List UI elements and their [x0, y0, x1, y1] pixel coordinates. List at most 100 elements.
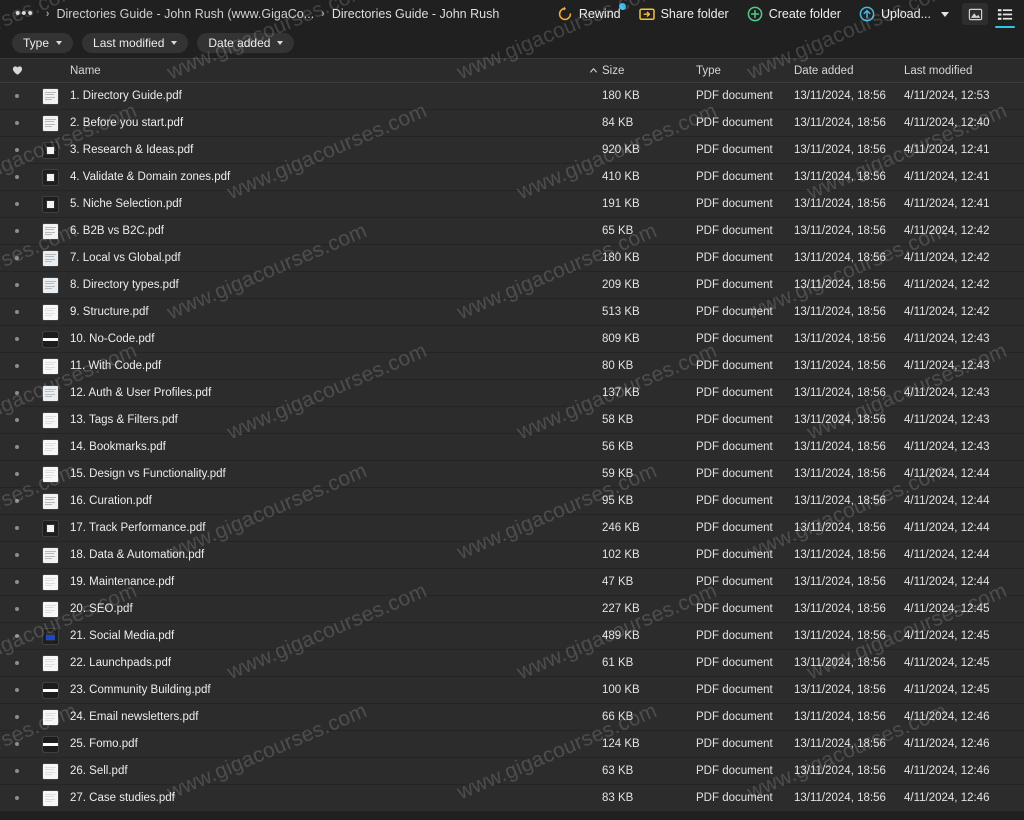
table-row[interactable]: 8. Directory types.pdf209 KBPDF document… — [0, 272, 1024, 299]
table-row[interactable]: 18. Data & Automation.pdf102 KBPDF docum… — [0, 542, 1024, 569]
row-file-name[interactable]: 6. B2B vs B2C.pdf — [66, 225, 574, 237]
table-row[interactable]: 19. Maintenance.pdf47 KBPDF document13/1… — [0, 569, 1024, 596]
row-favorite-toggle[interactable] — [0, 229, 34, 233]
table-row[interactable]: 23. Community Building.pdf100 KBPDF docu… — [0, 677, 1024, 704]
column-sort-indicator[interactable] — [574, 66, 598, 75]
row-file-name[interactable]: 21. Social Media.pdf — [66, 630, 574, 642]
row-file-name[interactable]: 3. Research & Ideas.pdf — [66, 144, 574, 156]
column-header-type[interactable]: Type — [696, 65, 794, 77]
row-file-name[interactable]: 26. Sell.pdf — [66, 765, 574, 777]
row-file-name[interactable]: 4. Validate & Domain zones.pdf — [66, 171, 574, 183]
column-header-size[interactable]: Size — [598, 65, 696, 77]
row-file-name[interactable]: 18. Data & Automation.pdf — [66, 549, 574, 561]
row-file-name[interactable]: 16. Curation.pdf — [66, 495, 574, 507]
row-file-name[interactable]: 23. Community Building.pdf — [66, 684, 574, 696]
row-favorite-toggle[interactable] — [0, 553, 34, 557]
row-file-name[interactable]: 17. Track Performance.pdf — [66, 522, 574, 534]
table-row[interactable]: 5. Niche Selection.pdf191 KBPDF document… — [0, 191, 1024, 218]
row-favorite-toggle[interactable] — [0, 796, 34, 800]
row-file-name[interactable]: 22. Launchpads.pdf — [66, 657, 574, 669]
row-file-name[interactable]: 12. Auth & User Profiles.pdf — [66, 387, 574, 399]
row-file-name[interactable]: 10. No-Code.pdf — [66, 333, 574, 345]
table-row[interactable]: 16. Curation.pdf95 KBPDF document13/11/2… — [0, 488, 1024, 515]
table-row[interactable]: 26. Sell.pdf63 KBPDF document13/11/2024,… — [0, 758, 1024, 785]
create-folder-button[interactable]: Create folder — [738, 3, 850, 25]
rewind-button[interactable]: Rewind — [548, 3, 630, 25]
row-favorite-toggle[interactable] — [0, 715, 34, 719]
list-view-button[interactable] — [992, 3, 1018, 25]
row-favorite-toggle[interactable] — [0, 742, 34, 746]
table-row[interactable]: 15. Design vs Functionality.pdf59 KBPDF … — [0, 461, 1024, 488]
breadcrumb-item-current[interactable]: Directories Guide - John Rush — [332, 7, 499, 21]
table-row[interactable]: 13. Tags & Filters.pdf58 KBPDF document1… — [0, 407, 1024, 434]
row-favorite-toggle[interactable] — [0, 256, 34, 260]
row-favorite-toggle[interactable] — [0, 94, 34, 98]
row-file-name[interactable]: 5. Niche Selection.pdf — [66, 198, 574, 210]
column-header-favorite[interactable] — [0, 65, 34, 76]
row-file-name[interactable]: 11. With Code.pdf — [66, 360, 574, 372]
row-favorite-toggle[interactable] — [0, 580, 34, 584]
row-favorite-toggle[interactable] — [0, 769, 34, 773]
row-favorite-toggle[interactable] — [0, 607, 34, 611]
row-favorite-toggle[interactable] — [0, 148, 34, 152]
row-favorite-toggle[interactable] — [0, 472, 34, 476]
table-row[interactable]: 6. B2B vs B2C.pdf65 KBPDF document13/11/… — [0, 218, 1024, 245]
table-row[interactable]: 27. Case studies.pdf83 KBPDF document13/… — [0, 785, 1024, 812]
row-file-name[interactable]: 2. Before you start.pdf — [66, 117, 574, 129]
row-favorite-toggle[interactable] — [0, 391, 34, 395]
row-file-name[interactable]: 9. Structure.pdf — [66, 306, 574, 318]
table-row[interactable]: 21. Social Media.pdf489 KBPDF document13… — [0, 623, 1024, 650]
filter-chip-last-modified[interactable]: Last modified — [82, 33, 188, 53]
row-favorite-toggle[interactable] — [0, 337, 34, 341]
share-folder-button[interactable]: Share folder — [630, 3, 738, 25]
grid-view-button[interactable] — [962, 3, 988, 25]
row-file-name[interactable]: 14. Bookmarks.pdf — [66, 441, 574, 453]
column-header-name[interactable]: Name — [66, 65, 574, 77]
table-row[interactable]: 7. Local vs Global.pdf180 KBPDF document… — [0, 245, 1024, 272]
breadcrumb-overflow-button[interactable]: ••• — [10, 9, 39, 19]
upload-button[interactable]: Upload... — [850, 3, 958, 25]
breadcrumb-item-parent[interactable]: Directories Guide - John Rush (www.GigaC… — [56, 7, 314, 21]
chevron-down-icon[interactable] — [941, 12, 949, 17]
table-row[interactable]: 1. Directory Guide.pdf180 KBPDF document… — [0, 83, 1024, 110]
column-header-last-modified[interactable]: Last modified — [904, 65, 1024, 77]
row-favorite-toggle[interactable] — [0, 661, 34, 665]
row-file-name[interactable]: 27. Case studies.pdf — [66, 792, 574, 804]
table-row[interactable]: 22. Launchpads.pdf61 KBPDF document13/11… — [0, 650, 1024, 677]
table-row[interactable]: 25. Fomo.pdf124 KBPDF document13/11/2024… — [0, 731, 1024, 758]
row-file-name[interactable]: 1. Directory Guide.pdf — [66, 90, 574, 102]
row-file-name[interactable]: 15. Design vs Functionality.pdf — [66, 468, 574, 480]
row-file-name[interactable]: 13. Tags & Filters.pdf — [66, 414, 574, 426]
table-row[interactable]: 2. Before you start.pdf84 KBPDF document… — [0, 110, 1024, 137]
row-file-name[interactable]: 24. Email newsletters.pdf — [66, 711, 574, 723]
row-favorite-toggle[interactable] — [0, 499, 34, 503]
table-row[interactable]: 20. SEO.pdf227 KBPDF document13/11/2024,… — [0, 596, 1024, 623]
row-favorite-toggle[interactable] — [0, 526, 34, 530]
table-row[interactable]: 17. Track Performance.pdf246 KBPDF docum… — [0, 515, 1024, 542]
row-file-name[interactable]: 25. Fomo.pdf — [66, 738, 574, 750]
filter-chip-date-added[interactable]: Date added — [197, 33, 294, 53]
table-row[interactable]: 14. Bookmarks.pdf56 KBPDF document13/11/… — [0, 434, 1024, 461]
column-header-date-added[interactable]: Date added — [794, 65, 904, 77]
row-file-name[interactable]: 20. SEO.pdf — [66, 603, 574, 615]
row-favorite-toggle[interactable] — [0, 310, 34, 314]
table-row[interactable]: 12. Auth & User Profiles.pdf137 KBPDF do… — [0, 380, 1024, 407]
table-row[interactable]: 4. Validate & Domain zones.pdf410 KBPDF … — [0, 164, 1024, 191]
row-favorite-toggle[interactable] — [0, 364, 34, 368]
row-file-name[interactable]: 7. Local vs Global.pdf — [66, 252, 574, 264]
table-row[interactable]: 11. With Code.pdf80 KBPDF document13/11/… — [0, 353, 1024, 380]
table-row[interactable]: 24. Email newsletters.pdf66 KBPDF docume… — [0, 704, 1024, 731]
row-file-name[interactable]: 19. Maintenance.pdf — [66, 576, 574, 588]
table-row[interactable]: 10. No-Code.pdf809 KBPDF document13/11/2… — [0, 326, 1024, 353]
table-row[interactable]: 9. Structure.pdf513 KBPDF document13/11/… — [0, 299, 1024, 326]
filter-chip-type[interactable]: Type — [12, 33, 73, 53]
row-favorite-toggle[interactable] — [0, 202, 34, 206]
row-file-name[interactable]: 8. Directory types.pdf — [66, 279, 574, 291]
row-favorite-toggle[interactable] — [0, 283, 34, 287]
row-favorite-toggle[interactable] — [0, 634, 34, 638]
row-favorite-toggle[interactable] — [0, 688, 34, 692]
row-favorite-toggle[interactable] — [0, 175, 34, 179]
row-favorite-toggle[interactable] — [0, 418, 34, 422]
table-row[interactable]: 3. Research & Ideas.pdf920 KBPDF documen… — [0, 137, 1024, 164]
row-favorite-toggle[interactable] — [0, 445, 34, 449]
